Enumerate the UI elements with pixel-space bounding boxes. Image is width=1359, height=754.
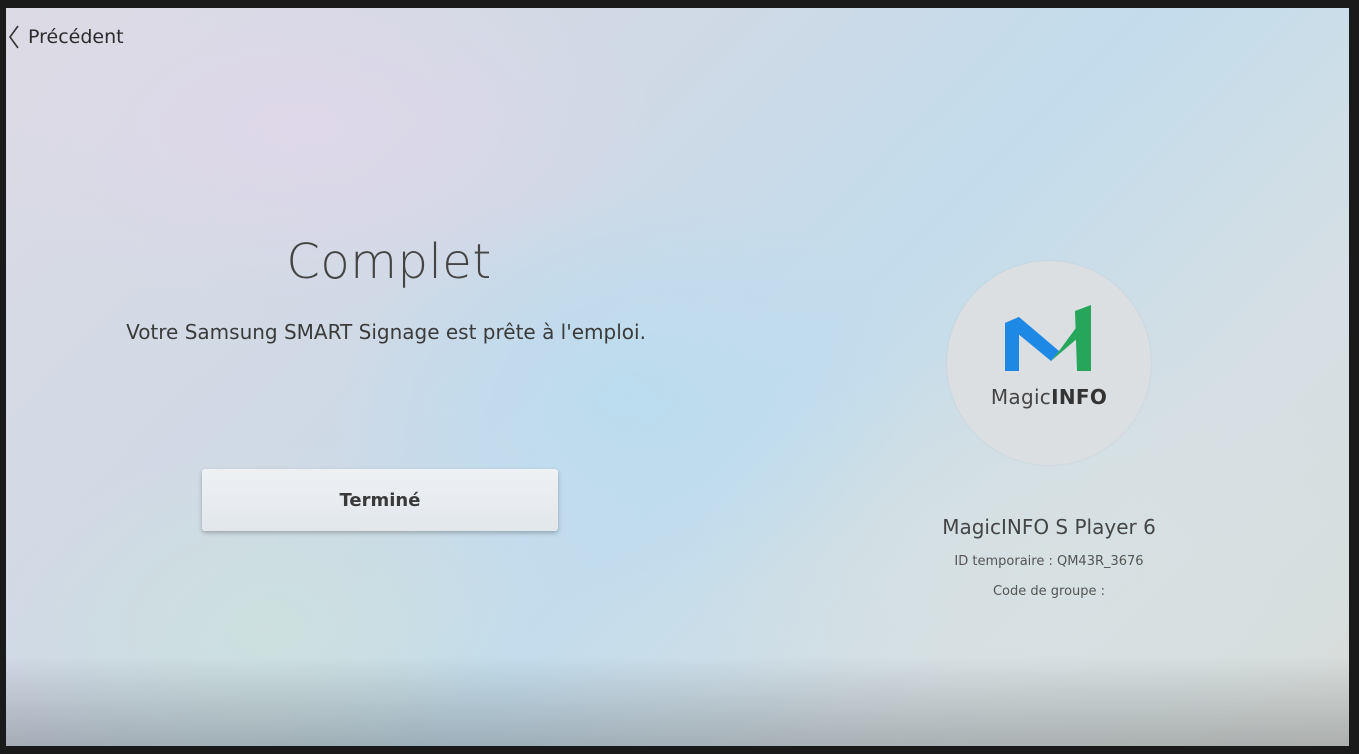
player-name: MagicINFO S Player 6: [942, 515, 1156, 539]
magicinfo-logo: MagicINFO: [947, 261, 1151, 465]
wordmark-regular: Magic: [990, 385, 1052, 409]
chevron-left-icon: [8, 24, 20, 50]
back-label: Précédent: [28, 26, 124, 48]
back-button[interactable]: Précédent: [8, 24, 124, 50]
magicinfo-logo-icon: [1001, 303, 1097, 379]
group-code: Code de groupe :: [992, 584, 1106, 599]
temporary-id: ID temporaire : QM43R_3676: [954, 554, 1144, 569]
done-button[interactable]: Terminé: [202, 469, 558, 531]
completion-message: Votre Samsung SMART Signage est prête à …: [126, 320, 646, 344]
setup-screen: Précédent Complet Votre Samsung SMART Si…: [6, 8, 1349, 746]
magicinfo-wordmark: MagicINFO: [947, 385, 1151, 409]
wordmark-bold: INFO: [1051, 385, 1108, 409]
done-button-label: Terminé: [339, 489, 421, 511]
page-title: Complet: [286, 234, 492, 290]
